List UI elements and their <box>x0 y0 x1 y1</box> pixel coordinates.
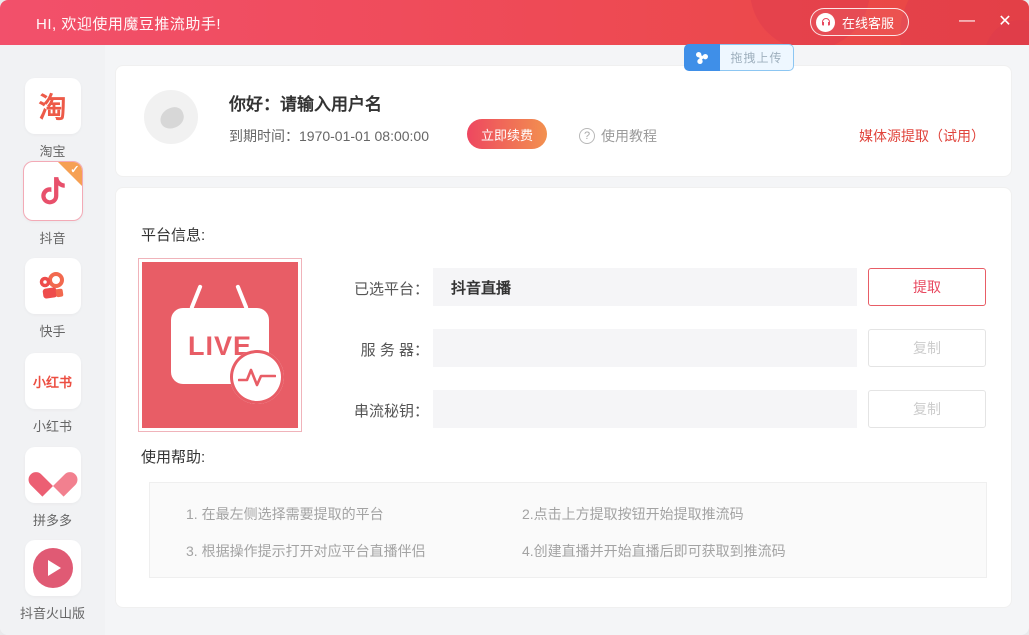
extract-button[interactable]: 提取 <box>868 268 986 306</box>
sidebar-item-label: 小红书 <box>0 416 105 435</box>
stream-key-input[interactable] <box>433 390 857 428</box>
tutorial-label: 使用教程 <box>601 126 657 146</box>
platform-info-panel: 平台信息: LIVE 已选平台： 提取 服 务 器： 复制 串流秘钥： 复制 使… <box>115 187 1012 608</box>
sidebar-item-label: 快手 <box>0 321 105 340</box>
sidebar-item-taobao[interactable]: 淘 淘宝 <box>0 78 105 160</box>
sidebar-item-label: 淘宝 <box>0 141 105 160</box>
media-source-extract-link[interactable]: 媒体源提取（试用） <box>859 126 985 146</box>
help-step-3: 3. 根据操作提示打开对应平台直播伴侣 <box>186 541 426 561</box>
copy-stream-key-button[interactable]: 复制 <box>868 390 986 428</box>
check-icon: ✓ <box>70 163 79 176</box>
headset-icon <box>816 13 835 32</box>
sidebar-item-pinduoduo[interactable]: 拼多多 <box>0 447 105 529</box>
renew-button[interactable]: 立即续费 <box>467 119 547 149</box>
live-platform-icon: LIVE <box>138 258 302 432</box>
help-step-1: 1. 在最左侧选择需要提取的平台 <box>186 504 384 524</box>
xiaohongshu-icon: 小红书 <box>25 353 81 409</box>
online-service-label: 在线客服 <box>842 13 894 32</box>
app-window: HI, 欢迎使用魔豆推流助手! 在线客服 — ✕ 拖拽上传 淘 淘宝 <box>0 0 1029 635</box>
question-icon: ? <box>579 128 595 144</box>
sidebar-item-label: 抖音火山版 <box>0 603 105 622</box>
drag-upload-badge[interactable]: 拖拽上传 <box>684 44 794 71</box>
sidebar-item-label: 抖音 <box>0 228 105 247</box>
sidebar-item-kuaishou[interactable]: 快手 <box>0 258 105 340</box>
online-service-button[interactable]: 在线客服 <box>810 8 909 36</box>
minimize-button[interactable]: — <box>952 6 982 36</box>
help-step-2: 2.点击上方提取按钮开始提取推流码 <box>522 504 744 524</box>
help-title: 使用帮助: <box>141 446 205 467</box>
sidebar-item-douyin[interactable]: ✓ 抖音 <box>0 161 105 247</box>
stream-key-label: 串流秘钥： <box>329 400 429 421</box>
play-icon <box>48 560 61 576</box>
help-box: 1. 在最左侧选择需要提取的平台 2.点击上方提取按钮开始提取推流码 3. 根据… <box>149 482 987 578</box>
greeting-text: 你好：请输入用户名 <box>229 90 382 115</box>
tutorial-link[interactable]: ? 使用教程 <box>579 126 657 146</box>
server-input[interactable] <box>433 329 857 367</box>
avatar <box>144 90 198 144</box>
taobao-icon: 淘 <box>25 78 81 134</box>
user-info-panel: 你好：请输入用户名 到期时间：1970-01-01 08:00:00 立即续费 … <box>115 65 1012 177</box>
close-button[interactable]: ✕ <box>990 6 1020 36</box>
title-bar: HI, 欢迎使用魔豆推流助手! 在线客服 — ✕ <box>0 0 1029 45</box>
platform-info-title: 平台信息: <box>141 224 205 245</box>
copy-server-button[interactable]: 复制 <box>868 329 986 367</box>
share-cloud-icon <box>684 44 720 71</box>
expire-time-text: 到期时间：1970-01-01 08:00:00 <box>229 126 429 146</box>
selected-platform-input[interactable] <box>433 268 857 306</box>
douyin-icon: ✓ <box>23 161 83 221</box>
help-step-4: 4.创建直播并开始直播后即可获取到推流码 <box>522 541 786 561</box>
server-label: 服 务 器： <box>329 339 429 360</box>
pulse-icon <box>230 350 284 404</box>
sidebar-item-xiaohongshu[interactable]: 小红书 小红书 <box>0 353 105 435</box>
drag-upload-label: 拖拽上传 <box>720 44 794 71</box>
app-title: HI, 欢迎使用魔豆推流助手! <box>36 13 221 34</box>
sidebar-item-douyin-huoshan[interactable]: 抖音火山版 <box>0 540 105 622</box>
selected-platform-label: 已选平台： <box>329 278 429 299</box>
platform-sidebar: 淘 淘宝 ✓ 抖音 快手 <box>0 45 105 635</box>
huoshan-icon <box>25 540 81 596</box>
heart-glyph <box>38 462 68 488</box>
sidebar-item-label: 拼多多 <box>0 510 105 529</box>
pinduoduo-icon <box>25 447 81 503</box>
kuaishou-icon <box>25 258 81 314</box>
